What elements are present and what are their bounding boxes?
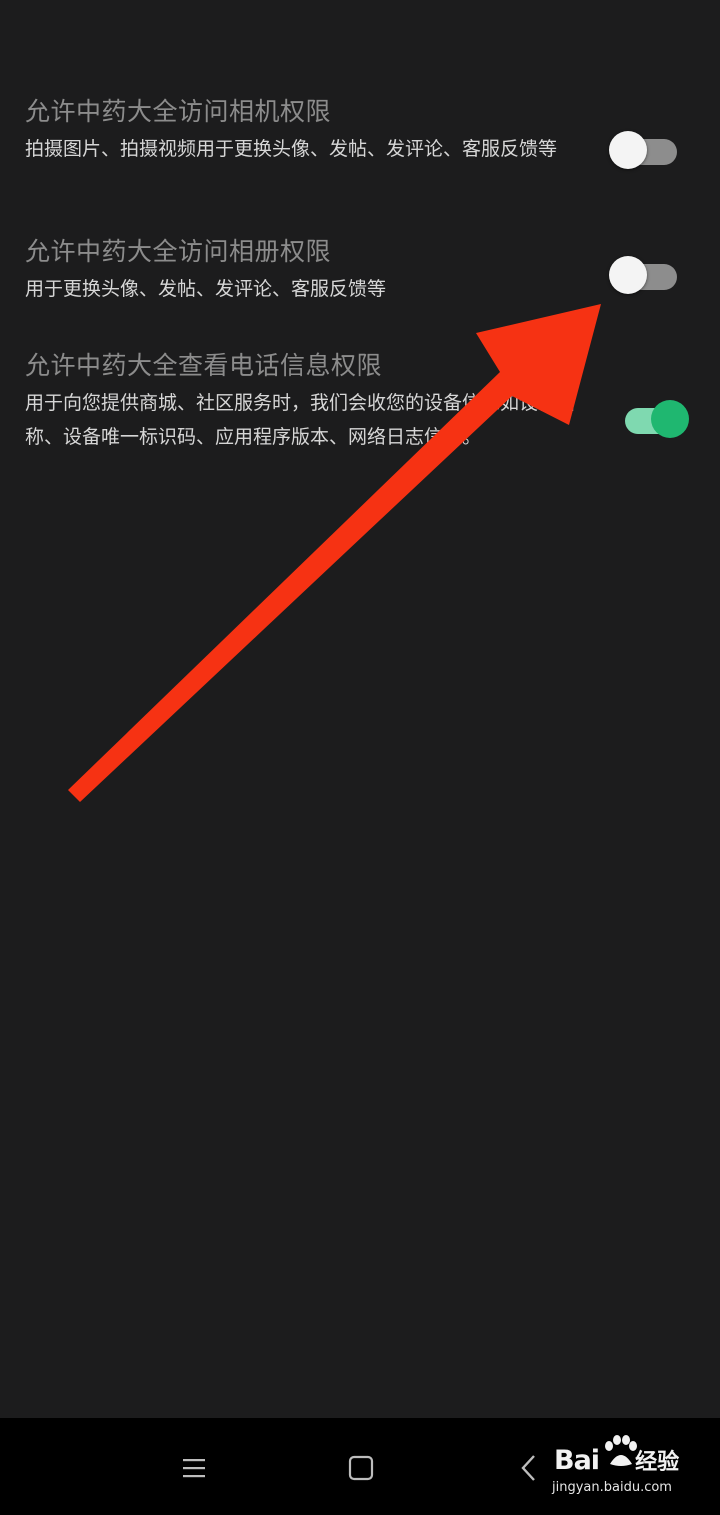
camera-permission-title: 允许中药大全访问相机权限	[25, 97, 332, 126]
watermark-logo: Bai 经验	[554, 1444, 679, 1476]
settings-screen: 允许中药大全访问相机权限 拍摄图片、拍摄视频用于更换头像、发帖、发评论、客服反馈…	[0, 0, 720, 1418]
album-permission-title: 允许中药大全访问相册权限	[25, 237, 332, 266]
album-permission-row: 允许中药大全访问相册权限 用于更换头像、发帖、发评论、客服反馈等	[25, 236, 595, 306]
phone-info-permission-description: 用于向您提供商城、社区服务时，我们会收您的设备信息如设备名称、设备唯一标识码、应…	[25, 392, 577, 448]
toggle-knob	[651, 400, 689, 438]
back-icon-graphic	[521, 1455, 535, 1481]
toggle-knob	[609, 256, 647, 294]
watermark-logo-suffix: 经验	[635, 1450, 680, 1475]
camera-permission-description: 拍摄图片、拍摄视频用于更换头像、发帖、发评论、客服反馈等	[25, 138, 558, 160]
watermark-logo-text: Bai	[554, 1445, 600, 1476]
menu-icon[interactable]	[175, 1448, 215, 1488]
phone-info-permission-row: 允许中药大全查看电话信息权限 用于向您提供商城、社区服务时，我们会收您的设备信息…	[25, 350, 585, 454]
phone-info-permission-toggle[interactable]	[617, 397, 689, 441]
phone-info-permission-title: 允许中药大全查看电话信息权限	[25, 351, 383, 380]
camera-permission-toggle[interactable]	[609, 128, 681, 172]
album-permission-description: 用于更换头像、发帖、发评论、客服反馈等	[25, 278, 387, 300]
watermark-url: jingyan.baidu.com	[552, 1480, 672, 1495]
toggle-knob	[609, 131, 647, 169]
home-icon-graphic	[348, 1455, 374, 1481]
baidu-jingyan-watermark: Bai 经验 jingyan.baidu.com	[550, 1434, 710, 1504]
home-square-icon[interactable]	[341, 1448, 381, 1488]
menu-icon-graphic	[183, 1459, 205, 1478]
camera-permission-row: 允许中药大全访问相机权限 拍摄图片、拍摄视频用于更换头像、发帖、发评论、客服反馈…	[25, 96, 595, 166]
back-chevron-icon[interactable]	[509, 1448, 549, 1488]
album-permission-toggle[interactable]	[609, 253, 681, 297]
